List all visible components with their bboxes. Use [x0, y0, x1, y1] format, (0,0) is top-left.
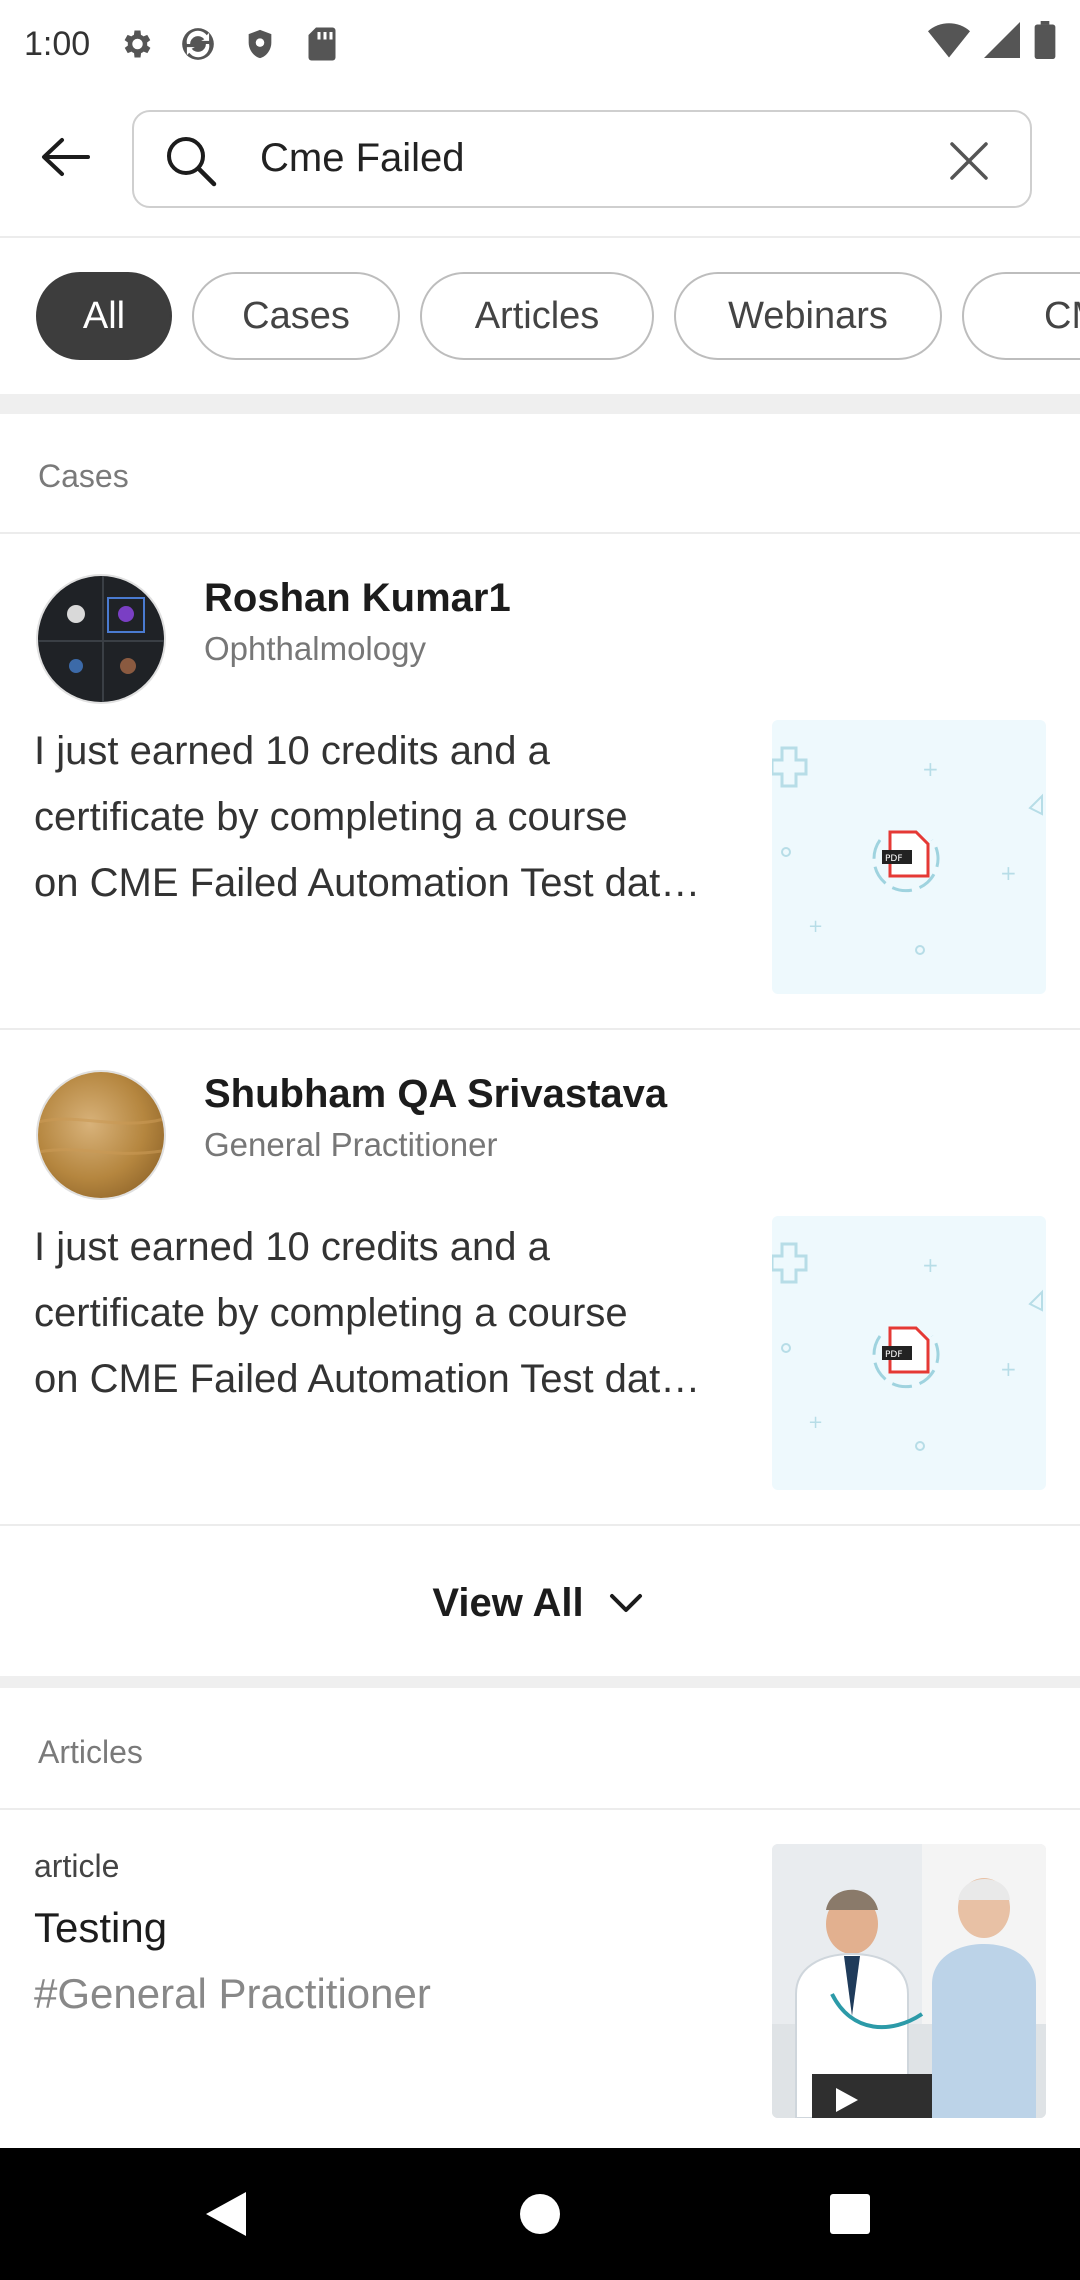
nav-home-button[interactable] — [510, 2184, 570, 2244]
author-name[interactable]: Shubham QA Srivastava — [204, 1072, 667, 1117]
sync-icon — [178, 24, 218, 64]
article-title[interactable]: Testing — [34, 1904, 167, 1952]
case-snippet-line: on CME Failed Automation Test dat… — [34, 861, 701, 905]
section-title: Articles — [38, 1734, 143, 1770]
author-specialty: Ophthalmology — [204, 630, 426, 667]
battery-icon — [1034, 20, 1056, 68]
author-specialty: General Practitioner — [204, 1126, 498, 1163]
article-tag[interactable]: #General Practitioner — [34, 1970, 431, 2018]
view-all-label: View All — [432, 1580, 584, 1625]
article-card[interactable]: article Testing #General Practitioner — [0, 1812, 1080, 2142]
chip-label: Articles — [474, 294, 600, 337]
filter-chip-bar: All Cases Articles Webinars CME — [0, 238, 1080, 394]
case-snippet[interactable]: I just earned 10 credits and a certifica… — [34, 718, 734, 916]
avatar[interactable] — [36, 574, 166, 704]
case-snippet-line: I just earned 10 credits and a — [34, 729, 550, 773]
search-input[interactable]: Cme Failed — [132, 110, 1032, 208]
chip-cme[interactable]: CME — [962, 272, 1080, 360]
case-snippet[interactable]: I just earned 10 credits and a certifica… — [34, 1214, 734, 1412]
svg-text:PDF: PDF — [885, 854, 903, 864]
article-thumbnail[interactable] — [772, 1844, 1046, 2118]
svg-text:+: + — [922, 1253, 939, 1277]
case-card[interactable]: Shubham QA Srivastava General Practition… — [0, 1032, 1080, 1526]
section-separator — [0, 1676, 1080, 1688]
svg-text:+: + — [808, 1412, 823, 1433]
chip-cases[interactable]: Cases — [192, 272, 400, 360]
author-name[interactable]: Roshan Kumar1 — [204, 576, 511, 621]
svg-text:+: + — [808, 916, 823, 937]
pdf-icon: PDF — [882, 1326, 930, 1374]
chip-articles[interactable]: Articles — [420, 272, 654, 360]
system-nav-bar — [0, 2148, 1080, 2280]
article-type: article — [34, 1848, 120, 1884]
nav-recents-button[interactable] — [820, 2184, 880, 2244]
chip-label: Cases — [242, 294, 350, 337]
chip-webinars[interactable]: Webinars — [674, 272, 942, 360]
section-separator — [0, 394, 1080, 414]
search-query-text[interactable]: Cme Failed — [260, 136, 465, 181]
signal-icon — [984, 21, 1020, 67]
search-icon — [164, 134, 218, 188]
svg-text:+: + — [1000, 861, 1017, 885]
wifi-icon — [928, 22, 970, 67]
status-time: 1:00 — [24, 24, 91, 63]
nav-back-button[interactable] — [196, 2184, 256, 2244]
search-toolbar: Cme Failed — [0, 88, 1080, 238]
svg-text:PDF: PDF — [885, 1350, 903, 1360]
case-snippet-line: certificate by completing a course — [34, 1291, 628, 1335]
nav-recents-icon — [830, 2194, 870, 2234]
nav-home-icon — [520, 2194, 560, 2234]
chip-label: CME — [1044, 294, 1080, 337]
sdcard-icon — [302, 24, 342, 64]
back-button[interactable] — [34, 128, 96, 190]
pdf-icon: PDF — [882, 830, 930, 878]
case-thumbnail[interactable]: + + + PDF — [772, 1216, 1046, 1490]
chevron-down-icon — [609, 1594, 642, 1612]
svg-text:+: + — [922, 757, 939, 781]
cases-section-header: Cases — [0, 414, 1080, 534]
arrow-left-icon — [40, 137, 90, 182]
gear-icon — [116, 24, 156, 64]
articles-section-header: Articles — [0, 1690, 1080, 1810]
nav-back-icon — [206, 2192, 246, 2236]
section-title: Cases — [38, 458, 129, 494]
chip-label: All — [82, 294, 126, 337]
case-snippet-line: I just earned 10 credits and a — [34, 1225, 550, 1269]
case-card[interactable]: Roshan Kumar1 Ophthalmology I just earne… — [0, 536, 1080, 1030]
case-thumbnail[interactable]: + + + PDF — [772, 720, 1046, 994]
view-all-button[interactable]: View All — [0, 1530, 1080, 1676]
chip-all[interactable]: All — [36, 272, 172, 360]
chip-label: Webinars — [728, 294, 888, 337]
clear-search-icon[interactable] — [948, 140, 990, 182]
shield-icon — [240, 24, 280, 64]
svg-text:+: + — [1000, 1357, 1017, 1381]
case-snippet-line: certificate by completing a course — [34, 795, 628, 839]
case-snippet-line: on CME Failed Automation Test dat… — [34, 1357, 701, 1401]
status-bar: 1:00 — [0, 0, 1080, 88]
avatar[interactable] — [36, 1070, 166, 1200]
